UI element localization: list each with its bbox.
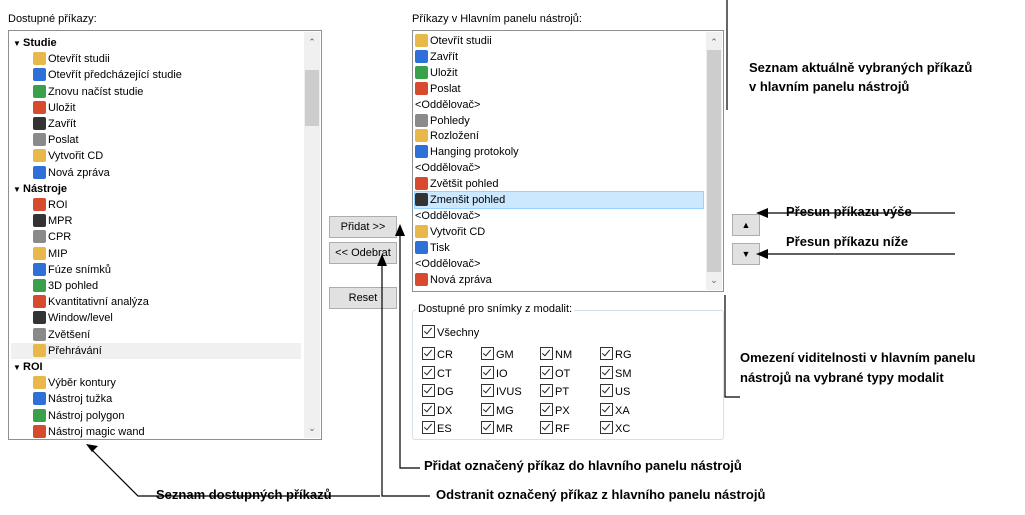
- annotation-lines: [86, 0, 955, 497]
- note-available-list: Seznam dostupných příkazů: [156, 487, 332, 502]
- note-add: Přidat označený příkaz do hlavního panel…: [424, 458, 742, 473]
- note-toolbar-list-2: v hlavním panelu nástrojů: [749, 79, 910, 94]
- note-toolbar-list: Seznam aktuálně vybraných příkazů: [749, 60, 973, 75]
- note-modality-2: nástrojů na vybrané typy modalit: [740, 370, 944, 385]
- note-move-up: Přesun příkazu výše: [786, 204, 912, 219]
- note-move-down: Přesun příkazu níže: [786, 234, 909, 249]
- note-modality-1: Omezení viditelnosti v hlavním panelu: [740, 350, 976, 365]
- note-remove: Odstranit označený příkaz z hlavního pan…: [436, 487, 766, 502]
